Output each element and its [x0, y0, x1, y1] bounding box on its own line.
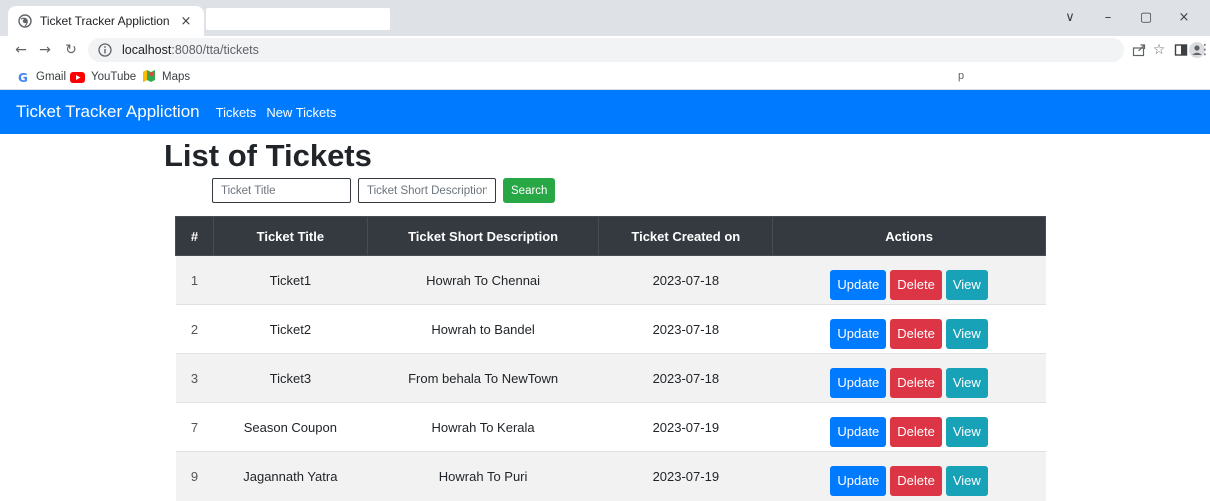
ticket-created: 2023-07-18: [598, 353, 773, 403]
table-row: 3 Ticket3 From behala To NewTown 2023-07…: [175, 353, 1046, 403]
navbar-brand[interactable]: Ticket Tracker Appliction: [16, 102, 200, 122]
ticket-title: Season Coupon: [213, 402, 368, 452]
view-button[interactable]: View: [945, 367, 988, 398]
nav-link-new-tickets[interactable]: New Tickets: [266, 105, 336, 120]
info-icon[interactable]: [98, 43, 112, 57]
bookmarks-bar: G Gmail YouTube Maps p: [0, 64, 1210, 90]
ticket-description: Howrah To Kerala: [367, 402, 599, 452]
ticket-id: 3: [175, 353, 214, 403]
ticket-description: From behala To NewTown: [367, 353, 599, 403]
table-row: 7 Season Coupon Howrah To Kerala 2023-07…: [175, 402, 1046, 452]
browser-tab-bar: Ticket Tracker Appliction × ∨ – ▢ ×: [0, 0, 1210, 36]
youtube-icon: [70, 68, 85, 87]
bookmark-star-icon[interactable]: ☆: [1150, 41, 1168, 59]
table-row: 2 Ticket2 Howrah to Bandel 2023-07-18 Up…: [175, 304, 1046, 354]
ticket-description-search-input[interactable]: [358, 178, 496, 203]
address-bar[interactable]: localhost:8080/tta/tickets: [88, 38, 1124, 62]
browser-tab[interactable]: Ticket Tracker Appliction ×: [8, 6, 204, 36]
ticket-title: Ticket1: [213, 255, 368, 305]
ticket-title: Ticket2: [213, 304, 368, 354]
table-row: 1 Ticket1 Howrah To Chennai 2023-07-18 U…: [175, 255, 1046, 305]
ticket-title: Ticket3: [213, 353, 368, 403]
tab-strip-blank-area: [206, 8, 390, 30]
url-text: localhost:8080/tta/tickets: [122, 43, 259, 57]
ticket-actions: Update Delete View: [772, 451, 1046, 501]
forward-icon[interactable]: →: [36, 41, 54, 59]
search-form: Search: [212, 178, 556, 203]
ticket-actions: Update Delete View: [772, 304, 1046, 354]
ticket-description: Howrah to Bandel: [367, 304, 599, 354]
ticket-id: 9: [175, 451, 214, 501]
nav-link-tickets[interactable]: Tickets: [216, 105, 257, 120]
reload-icon[interactable]: ↻: [62, 41, 80, 59]
tickets-table: # Ticket Title Ticket Short Description …: [175, 216, 1046, 501]
browser-toolbar: ← → ↻ localhost:8080/tta/tickets ☆ ⋮: [0, 36, 1210, 64]
ticket-actions: Update Delete View: [772, 402, 1046, 452]
update-button[interactable]: Update: [830, 269, 887, 300]
ticket-id: 1: [175, 255, 214, 305]
ticket-created: 2023-07-19: [598, 451, 773, 501]
share-icon[interactable]: [1130, 41, 1148, 59]
delete-button[interactable]: Delete: [890, 416, 942, 447]
maps-icon: [142, 68, 156, 87]
view-button[interactable]: View: [945, 269, 988, 300]
delete-button[interactable]: Delete: [890, 465, 942, 496]
svg-text:G: G: [18, 71, 28, 83]
update-button[interactable]: Update: [830, 318, 887, 349]
view-button[interactable]: View: [945, 416, 988, 447]
table-header-row: # Ticket Title Ticket Short Description …: [175, 216, 1046, 256]
minimize-icon[interactable]: –: [1096, 10, 1120, 26]
delete-button[interactable]: Delete: [890, 367, 942, 398]
app-navbar: Ticket Tracker Appliction Tickets New Ti…: [0, 90, 1210, 134]
view-button[interactable]: View: [945, 465, 988, 496]
ticket-created: 2023-07-18: [598, 304, 773, 354]
search-button[interactable]: Search: [503, 178, 556, 203]
ticket-id: 2: [175, 304, 214, 354]
delete-button[interactable]: Delete: [890, 318, 942, 349]
header-actions: Actions: [772, 216, 1046, 256]
ticket-created: 2023-07-19: [598, 402, 773, 452]
header-ticket-title: Ticket Title: [212, 216, 368, 256]
globe-icon: [18, 14, 32, 28]
tab-search-icon[interactable]: ∨: [1058, 10, 1082, 26]
header-ticket-description: Ticket Short Description: [366, 216, 600, 256]
view-button[interactable]: View: [945, 318, 988, 349]
restore-icon[interactable]: ▢: [1134, 10, 1158, 26]
bookmark-youtube[interactable]: YouTube: [70, 69, 136, 85]
window-close-icon[interactable]: ×: [1172, 10, 1196, 26]
ticket-id: 7: [175, 402, 214, 452]
bookmark-text[interactable]: p: [958, 70, 964, 82]
ticket-title: Jagannath Yatra: [213, 451, 368, 501]
tab-title: Ticket Tracker Appliction: [40, 14, 170, 28]
delete-button[interactable]: Delete: [890, 269, 942, 300]
update-button[interactable]: Update: [830, 367, 887, 398]
ticket-title-search-input[interactable]: [212, 178, 351, 203]
bookmark-gmail[interactable]: G Gmail: [18, 69, 66, 85]
menu-icon[interactable]: ⋮: [1198, 41, 1210, 59]
ticket-actions: Update Delete View: [772, 353, 1046, 403]
close-icon[interactable]: ×: [178, 14, 194, 29]
ticket-created: 2023-07-18: [598, 255, 773, 305]
ticket-description: Howrah To Chennai: [367, 255, 599, 305]
update-button[interactable]: Update: [830, 465, 887, 496]
bookmark-maps[interactable]: Maps: [142, 69, 190, 85]
header-ticket-created: Ticket Created on: [598, 216, 774, 256]
back-icon[interactable]: ←: [12, 41, 30, 59]
google-icon: G: [18, 68, 30, 87]
table-row: 9 Jagannath Yatra Howrah To Puri 2023-07…: [175, 451, 1046, 501]
ticket-description: Howrah To Puri: [367, 451, 599, 501]
page-title: List of Tickets: [164, 138, 372, 173]
update-button[interactable]: Update: [830, 416, 887, 447]
header-number: #: [175, 216, 214, 256]
ticket-actions: Update Delete View: [772, 255, 1046, 305]
